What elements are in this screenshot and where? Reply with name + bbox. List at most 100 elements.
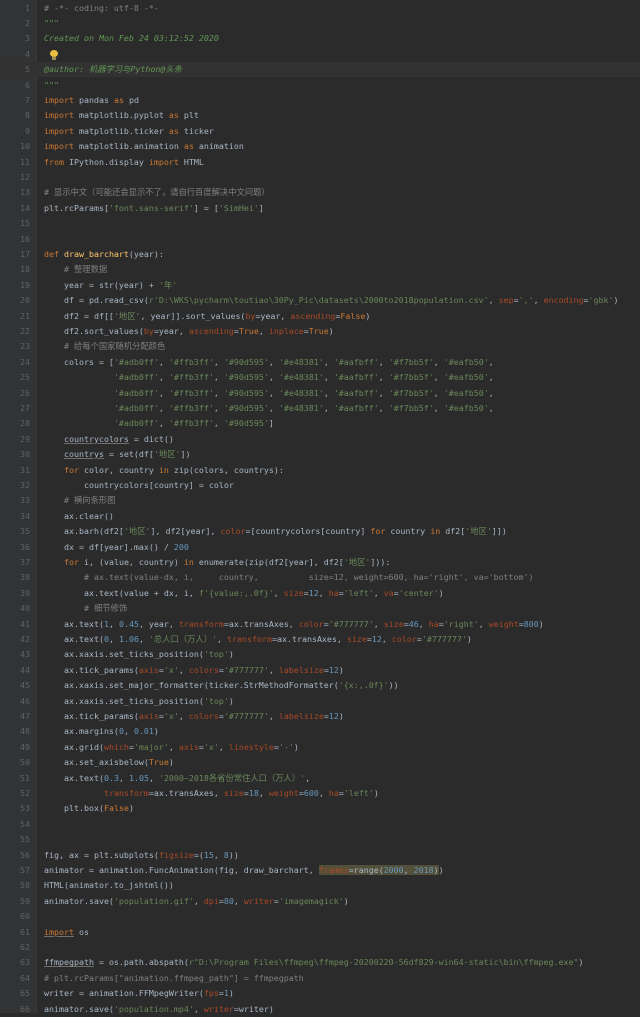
code-text[interactable]: # 给每个国家随机分配颜色 <box>44 339 165 354</box>
code-line[interactable]: 41 ax.text(1, 0.45, year, transform=ax.t… <box>0 617 640 632</box>
code-text[interactable]: def draw_barchart(year): <box>44 247 164 262</box>
code-text[interactable]: ax.xaxis.set_major_formatter(ticker.StrM… <box>44 678 399 693</box>
code-text[interactable]: ax.margins(0, 0.01) <box>44 724 159 739</box>
code-text[interactable]: df2 = df[['地区', year]].sort_values(by=ye… <box>44 309 370 324</box>
code-text[interactable]: fig, ax = plt.subplots(figsize=(15, 8)) <box>44 848 239 863</box>
code-line[interactable]: 33 # 横向条形图 <box>0 493 640 508</box>
code-line[interactable]: 61 import os <box>0 925 640 940</box>
code-line[interactable]: 26 '#adb0ff', '#ffb3ff', '#90d595', '#e4… <box>0 386 640 401</box>
code-text[interactable]: '#adb0ff', '#ffb3ff', '#90d595', '#e4838… <box>44 401 494 416</box>
code-line[interactable]: 23 # 给每个国家随机分配颜色 <box>0 339 640 354</box>
code-line[interactable]: 24 colors = ['#adb0ff', '#ffb3ff', '#90d… <box>0 355 640 370</box>
code-line[interactable]: 43 ax.xaxis.set_ticks_position('top') <box>0 647 640 662</box>
code-line[interactable]: 9 import matplotlib.ticker as ticker <box>0 124 640 139</box>
code-line[interactable]: 5 @author: 机器学习与Python@头条 <box>0 62 640 78</box>
code-text[interactable]: # 整理数据 <box>44 262 107 277</box>
code-text[interactable]: import matplotlib.ticker as ticker <box>44 124 214 139</box>
code-line[interactable]: 35 ax.barh(df2['地区'], df2[year], color=[… <box>0 524 640 539</box>
code-line[interactable]: 62 <box>0 940 640 955</box>
code-line[interactable]: 27 '#adb0ff', '#ffb3ff', '#90d595', '#e4… <box>0 401 640 416</box>
code-line[interactable]: 59 animator.save('population.gif', dpi=80… <box>0 894 640 909</box>
code-text[interactable]: import matplotlib.animation as animation <box>44 139 244 154</box>
code-line[interactable]: 50 ax.set_axisbelow(True) <box>0 755 640 770</box>
code-line[interactable]: 40 # 细节修饰 <box>0 601 640 616</box>
code-line[interactable]: 21 df2 = df[['地区', year]].sort_values(by… <box>0 309 640 324</box>
code-line[interactable]: 60 <box>0 909 640 924</box>
code-line[interactable]: 49 ax.grid(which='major', axis='x', line… <box>0 740 640 755</box>
code-line[interactable]: 34 ax.clear() <box>0 509 640 524</box>
code-line[interactable]: 8 import matplotlib.pyplot as plt <box>0 108 640 123</box>
code-text[interactable]: ax.text(0.3, 1.05, '2000~2018各省份常住人口（万人）… <box>44 771 310 786</box>
code-text[interactable]: # plt.rcParams["animation.ffmpeg_path"] … <box>44 971 304 986</box>
code-line[interactable]: 30 countrys = set(df['地区']) <box>0 447 640 462</box>
code-line[interactable]: 66 animator.save('population.mp4', writer… <box>0 1002 640 1017</box>
code-line[interactable]: 53 plt.box(False) <box>0 801 640 816</box>
code-text[interactable]: ax.text(1, 0.45, year, transform=ax.tran… <box>44 617 544 632</box>
code-text[interactable]: '#adb0ff', '#ffb3ff', '#90d595', '#e4838… <box>44 386 494 401</box>
code-text[interactable]: ax.tick_params(axis='x', colors='#777777… <box>44 709 344 724</box>
code-line[interactable]: 65 writer = animation.FFMpegWriter(fps=1) <box>0 986 640 1001</box>
code-line[interactable]: 17 def draw_barchart(year): <box>0 247 640 262</box>
code-line[interactable]: 38 # ax.text(value-dx, i, country, size=… <box>0 570 640 585</box>
code-text[interactable]: ax.clear() <box>44 509 114 524</box>
code-line[interactable]: 20 df = pd.read_csv(r'D:\WKS\pycharm\tou… <box>0 293 640 308</box>
code-text[interactable]: animator = animation.FuncAnimation(fig, … <box>44 863 444 878</box>
code-line[interactable]: 22 df2.sort_values(by=year, ascending=Tr… <box>0 324 640 339</box>
code-text[interactable]: transform=ax.transAxes, size=18, weight=… <box>44 786 379 801</box>
code-text[interactable]: for color, country in zip(colors, countr… <box>44 463 284 478</box>
code-text[interactable]: for i, (value, country) in enumerate(zip… <box>44 555 390 570</box>
code-text[interactable]: '#adb0ff', '#ffb3ff', '#90d595'] <box>44 416 274 431</box>
code-text[interactable]: df = pd.read_csv(r'D:\WKS\pycharm\toutia… <box>44 293 619 308</box>
code-text[interactable]: ffmpegpath = os.path.abspath(r"D:\Progra… <box>44 955 584 970</box>
code-line[interactable]: 51 ax.text(0.3, 1.05, '2000~2018各省份常住人口（… <box>0 771 640 786</box>
code-text[interactable]: countrys = set(df['地区']) <box>44 447 191 462</box>
code-text[interactable]: """ <box>44 16 59 31</box>
code-line[interactable]: 2 """ <box>0 16 640 31</box>
code-line[interactable]: 28 '#adb0ff', '#ffb3ff', '#90d595'] <box>0 416 640 431</box>
code-text[interactable]: # -*- coding: utf-8 -*- <box>44 1 159 16</box>
code-line[interactable]: 36 dx = df[year].max() / 200 <box>0 540 640 555</box>
code-text[interactable]: from IPython.display import HTML <box>44 155 204 170</box>
code-text[interactable]: import pandas as pd <box>44 93 139 108</box>
code-text[interactable]: import os <box>44 925 89 940</box>
code-text[interactable]: countrycolors = dict() <box>44 432 174 447</box>
code-text[interactable]: ax.xaxis.set_ticks_position('top') <box>44 694 234 709</box>
code-line[interactable]: 57 animator = animation.FuncAnimation(fig… <box>0 863 640 878</box>
code-line[interactable]: 44 ax.tick_params(axis='x', colors='#777… <box>0 663 640 678</box>
code-line[interactable]: 14 plt.rcParams['font.sans-serif'] = ['Si… <box>0 201 640 216</box>
code-line[interactable]: 64 # plt.rcParams["animation.ffmpeg_path"… <box>0 971 640 986</box>
code-line[interactable]: 10 import matplotlib.animation as animati… <box>0 139 640 154</box>
code-line[interactable]: 6 """ <box>0 78 640 93</box>
code-line[interactable]: 11 from IPython.display import HTML <box>0 155 640 170</box>
code-line[interactable]: 1 # -*- coding: utf-8 -*- <box>0 1 640 16</box>
code-text[interactable]: Created on Mon Feb 24 03:12:52 2020 <box>44 31 219 46</box>
code-text[interactable]: plt.rcParams['font.sans-serif'] = ['SimH… <box>44 201 264 216</box>
code-text[interactable]: ax.set_axisbelow(True) <box>44 755 174 770</box>
code-text[interactable]: ax.barh(df2['地区'], df2[year], color=[cou… <box>44 524 507 539</box>
code-line[interactable]: 13 # 显示中文（可能还会显示不了，请自行百度解决中文问题） <box>0 185 640 200</box>
code-line[interactable]: 58 HTML(animator.to_jshtml()) <box>0 878 640 893</box>
code-line[interactable]: 42 ax.text(0, 1.06, '总人口（万人）', transform… <box>0 632 640 647</box>
code-line[interactable]: 31 for color, country in zip(colors, cou… <box>0 463 640 478</box>
code-text[interactable]: ax.text(0, 1.06, '总人口（万人）', transform=ax… <box>44 632 472 647</box>
code-line[interactable]: 45 ax.xaxis.set_major_formatter(ticker.S… <box>0 678 640 693</box>
code-line[interactable]: 25 '#adb0ff', '#ffb3ff', '#90d595', '#e4… <box>0 370 640 385</box>
code-text[interactable]: # 显示中文（可能还会显示不了，请自行百度解决中文问题） <box>44 185 270 200</box>
code-line[interactable]: 56 fig, ax = plt.subplots(figsize=(15, 8)… <box>0 848 640 863</box>
code-text[interactable]: writer = animation.FFMpegWriter(fps=1) <box>44 986 234 1001</box>
code-line[interactable]: 12 <box>0 170 640 185</box>
code-text[interactable]: ax.tick_params(axis='x', colors='#777777… <box>44 663 344 678</box>
code-text[interactable]: dx = df[year].max() / 200 <box>44 540 189 555</box>
code-text[interactable]: animator.save('population.mp4', writer=w… <box>44 1002 274 1017</box>
code-text[interactable]: @author: 机器学习与Python@头条 <box>44 62 182 77</box>
code-editor[interactable]: 1 # -*- coding: utf-8 -*- 2 """ 3 Created on … <box>0 0 640 1014</box>
code-text[interactable]: import matplotlib.pyplot as plt <box>44 108 199 123</box>
code-line[interactable]: 19 year = str(year) + '年' <box>0 278 640 293</box>
code-line[interactable]: 63 ffmpegpath = os.path.abspath(r"D:\Prog… <box>0 955 640 970</box>
code-text[interactable]: df2.sort_values(by=year, ascending=True,… <box>44 324 334 339</box>
code-line[interactable]: 46 ax.xaxis.set_ticks_position('top') <box>0 694 640 709</box>
code-text[interactable]: ax.xaxis.set_ticks_position('top') <box>44 647 234 662</box>
code-line[interactable]: 16 <box>0 232 640 247</box>
code-text[interactable]: year = str(year) + '年' <box>44 278 177 293</box>
code-text[interactable]: # 横向条形图 <box>44 493 115 508</box>
